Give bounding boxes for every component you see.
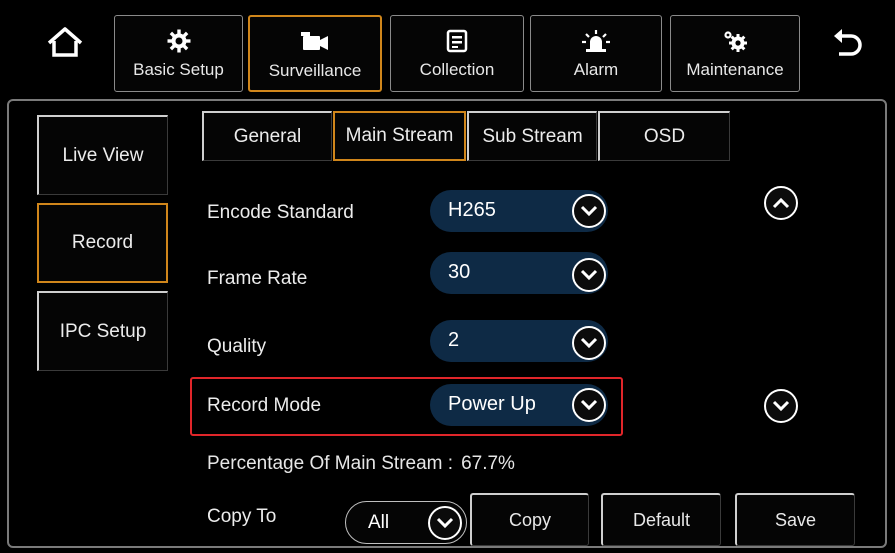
copy-to-value: All bbox=[368, 512, 390, 533]
nav-surveillance-label: Surveillance bbox=[268, 61, 362, 80]
nav-maintenance[interactable]: Maintenance bbox=[670, 15, 800, 92]
record-mode-select[interactable]: Power Up bbox=[430, 384, 608, 426]
scroll-down-button[interactable] bbox=[764, 389, 798, 423]
nav-maintenance-label: Maintenance bbox=[686, 60, 784, 79]
copy-button-label: Copy bbox=[508, 509, 552, 530]
chevron-down-icon[interactable] bbox=[572, 326, 606, 360]
sidebar-item-live-view[interactable]: Live View bbox=[37, 115, 168, 195]
sidebar-item-record[interactable]: Record bbox=[37, 203, 168, 283]
nav-basic-setup-label: Basic Setup bbox=[133, 60, 224, 79]
copy-button[interactable]: Copy bbox=[470, 493, 589, 546]
frame-rate-value: 30 bbox=[448, 261, 471, 283]
chevron-down-icon[interactable] bbox=[572, 388, 606, 422]
scroll-up-button[interactable] bbox=[764, 186, 798, 220]
nav-surveillance[interactable]: Surveillance bbox=[248, 15, 382, 92]
back-button[interactable] bbox=[825, 22, 869, 64]
record-mode-value: Power Up bbox=[448, 393, 536, 415]
gear-icon bbox=[167, 16, 191, 58]
tab-label: OSD bbox=[643, 125, 686, 147]
percentage-label: Percentage Of Main Stream : bbox=[207, 453, 454, 474]
tab-label: General bbox=[233, 125, 302, 147]
nav-alarm[interactable]: Alarm bbox=[530, 15, 662, 92]
document-icon bbox=[446, 16, 468, 58]
record-mode-label: Record Mode bbox=[207, 395, 322, 416]
sidebar-item-label: Live View bbox=[62, 144, 144, 166]
chevron-down-icon[interactable] bbox=[572, 194, 606, 228]
save-button[interactable]: Save bbox=[735, 493, 855, 546]
quality-select[interactable]: 2 bbox=[430, 320, 608, 362]
nav-collection-label: Collection bbox=[419, 60, 495, 79]
chevron-down-icon bbox=[772, 400, 790, 412]
chevron-down-icon[interactable] bbox=[428, 506, 462, 540]
default-button[interactable]: Default bbox=[601, 493, 721, 546]
encode-standard-select[interactable]: H265 bbox=[430, 190, 608, 232]
quality-label: Quality bbox=[207, 336, 267, 357]
gears-icon bbox=[722, 16, 748, 58]
home-icon bbox=[47, 27, 83, 57]
tab-general[interactable]: General bbox=[202, 111, 332, 161]
default-button-label: Default bbox=[632, 509, 691, 530]
copy-to-label: Copy To bbox=[207, 506, 277, 527]
nav-basic-setup[interactable]: Basic Setup bbox=[114, 15, 243, 92]
sidebar-item-label: IPC Setup bbox=[59, 320, 147, 342]
nav-collection[interactable]: Collection bbox=[390, 15, 524, 92]
copy-to-select[interactable]: All bbox=[345, 501, 467, 544]
encode-standard-label: Encode Standard bbox=[207, 202, 354, 223]
chevron-up-icon bbox=[772, 197, 790, 209]
frame-rate-select[interactable]: 30 bbox=[430, 252, 608, 294]
alarm-light-icon bbox=[582, 16, 610, 58]
sidebar-item-ipc-setup[interactable]: IPC Setup bbox=[37, 291, 168, 371]
home-button[interactable] bbox=[40, 22, 90, 62]
tab-main-stream[interactable]: Main Stream bbox=[333, 111, 466, 161]
quality-value: 2 bbox=[448, 329, 460, 351]
sidebar-item-label: Record bbox=[71, 232, 134, 253]
main-stream-percentage: Percentage Of Main Stream : 67.7% bbox=[207, 453, 515, 475]
nav-alarm-label: Alarm bbox=[573, 60, 619, 79]
tab-label: Sub Stream bbox=[482, 125, 583, 147]
chevron-down-icon[interactable] bbox=[572, 258, 606, 292]
percentage-value: 67.7% bbox=[461, 453, 515, 474]
back-arrow-icon bbox=[834, 29, 862, 56]
encode-standard-value: H265 bbox=[448, 199, 496, 221]
camera-icon bbox=[300, 17, 330, 59]
tab-label: Main Stream bbox=[345, 125, 454, 146]
tab-osd[interactable]: OSD bbox=[598, 111, 730, 161]
tab-sub-stream[interactable]: Sub Stream bbox=[467, 111, 597, 161]
frame-rate-label: Frame Rate bbox=[207, 268, 308, 289]
save-button-label: Save bbox=[774, 509, 817, 530]
